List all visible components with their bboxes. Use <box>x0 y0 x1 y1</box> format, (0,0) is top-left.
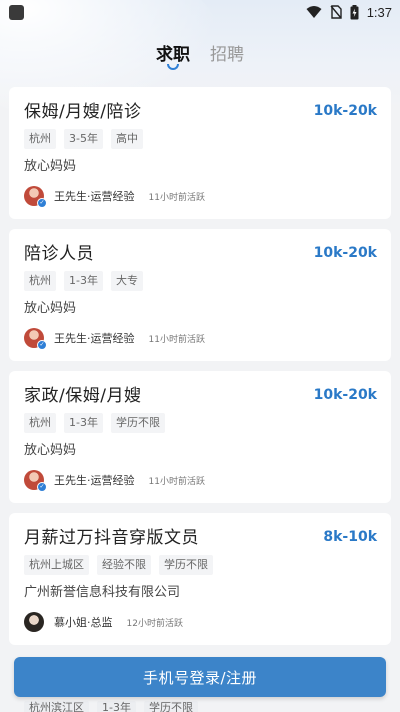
active-time: 11小时前活跃 <box>148 192 205 203</box>
job-company: 放心妈妈 <box>24 159 77 174</box>
verified-badge-icon: ✓ <box>37 340 47 350</box>
job-tag: 杭州滨江区 <box>24 701 89 712</box>
job-tag: 学历不限 <box>159 555 213 575</box>
job-card[interactable]: 家政/保姆/月嫂 10k-20k 杭州 1-3年 学历不限 放心妈妈 ✓ 王先生… <box>9 371 391 503</box>
tab-label: 求职 <box>156 45 190 65</box>
battery-charging-icon <box>350 4 359 19</box>
active-time: 11小时前活跃 <box>148 476 205 487</box>
recruiter-row: ✓ 王先生·运营经验 11小时前活跃 <box>24 185 377 208</box>
job-tag: 杭州 <box>24 413 56 433</box>
no-sim-icon <box>330 5 342 19</box>
tab-bar: 求职 招聘 <box>0 40 400 76</box>
job-tag: 大专 <box>110 271 143 291</box>
job-tags: 杭州 1-3年 学历不限 <box>24 413 377 433</box>
job-tag: 杭州 <box>24 129 56 149</box>
job-card[interactable]: 陪诊人员 10k-20k 杭州 1-3年 大专 放心妈妈 ✓ 王先生·运营经验 … <box>9 229 391 361</box>
job-company: 放心妈妈 <box>24 443 77 458</box>
recruiter-avatar: ✓ <box>24 328 47 350</box>
phone-login-register-button[interactable]: 手机号登录/注册 <box>14 657 386 697</box>
job-salary: 10k-20k <box>313 103 377 119</box>
job-tag: 学历不限 <box>143 701 198 712</box>
job-tag: 1-3年 <box>64 413 103 433</box>
verified-badge-icon: ✓ <box>37 198 47 208</box>
job-tag: 经验不限 <box>97 555 151 575</box>
job-company: 放心妈妈 <box>24 301 77 316</box>
next-card-peek-tags: 杭州滨江区 1-3年 学历不限 <box>24 701 198 712</box>
active-tab-indicator <box>167 64 179 70</box>
app-notification-icon <box>9 4 24 20</box>
status-time: 1:37 <box>366 4 392 20</box>
job-tag: 3-5年 <box>64 129 103 149</box>
job-tag: 1-3年 <box>97 701 136 712</box>
wifi-icon <box>306 6 322 18</box>
job-tag: 学历不限 <box>110 413 165 433</box>
tab-job-seeking[interactable]: 求职 <box>154 40 192 70</box>
job-company: 广州新誉信息科技有限公司 <box>24 585 181 600</box>
job-tags: 杭州 1-3年 大专 <box>24 271 377 291</box>
recruiter-name: 慕小姐·总监 <box>54 616 113 629</box>
job-tags: 杭州 3-5年 高中 <box>24 129 377 149</box>
active-time: 12小时前活跃 <box>126 618 183 629</box>
recruiter-row: 慕小姐·总监 12小时前活跃 <box>24 611 377 633</box>
recruiter-name: 王先生·运营经验 <box>54 190 135 203</box>
job-tag: 高中 <box>110 129 143 149</box>
recruiter-row: ✓ 王先生·运营经验 11小时前活跃 <box>24 469 377 492</box>
recruiter-name: 王先生·运营经验 <box>54 474 135 487</box>
job-salary: 8k-10k <box>323 529 377 545</box>
job-tags: 杭州上城区 经验不限 学历不限 <box>24 555 377 575</box>
recruiter-avatar: ✓ <box>24 470 47 492</box>
job-salary: 10k-20k <box>313 387 377 403</box>
recruiter-row: ✓ 王先生·运营经验 11小时前活跃 <box>24 327 377 350</box>
recruiter-avatar <box>24 612 44 632</box>
job-list: 保姆/月嫂/陪诊 10k-20k 杭州 3-5年 高中 放心妈妈 ✓ 王先生·运… <box>9 87 391 655</box>
job-tag: 1-3年 <box>64 271 103 291</box>
job-tag: 杭州上城区 <box>24 555 89 575</box>
tab-recruiting[interactable]: 招聘 <box>208 40 246 65</box>
recruiter-avatar: ✓ <box>24 186 47 208</box>
job-tag: 杭州 <box>24 271 56 291</box>
job-card[interactable]: 保姆/月嫂/陪诊 10k-20k 杭州 3-5年 高中 放心妈妈 ✓ 王先生·运… <box>9 87 391 219</box>
active-time: 11小时前活跃 <box>148 334 205 345</box>
tab-label: 招聘 <box>210 45 244 65</box>
verified-badge-icon: ✓ <box>37 482 47 492</box>
recruiter-name: 王先生·运营经验 <box>54 332 135 345</box>
status-bar: 1:37 <box>0 0 400 24</box>
job-card[interactable]: 月薪过万抖音穿版文员 8k-10k 杭州上城区 经验不限 学历不限 广州新誉信息… <box>9 513 391 645</box>
job-salary: 10k-20k <box>313 245 377 261</box>
